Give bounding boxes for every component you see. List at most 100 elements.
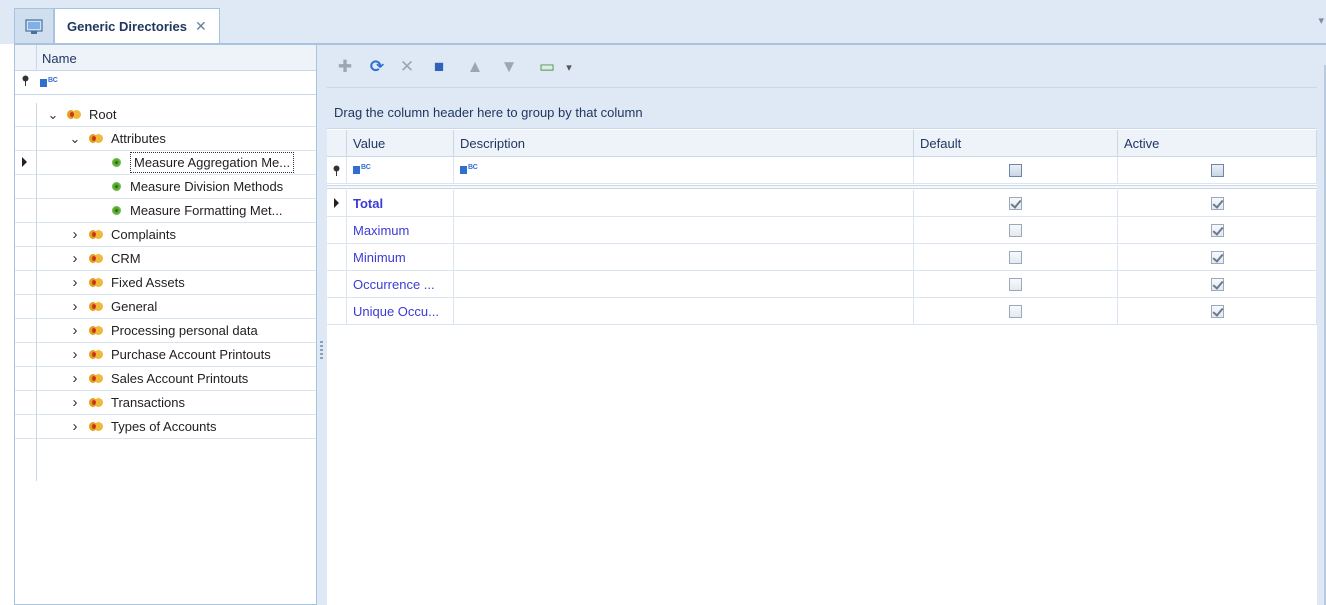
- active-checkbox[interactable]: [1210, 196, 1224, 210]
- expand-chevron-icon[interactable]: ›: [69, 419, 81, 434]
- tree-node[interactable]: › Complaints: [37, 223, 316, 247]
- grid-row[interactable]: Unique Occu...: [327, 298, 1317, 325]
- grid-toolbar: ✚ ⟳ ✕ ■ ▲ ▼ ▭ ▾: [327, 45, 1317, 88]
- move-up-icon[interactable]: ▲: [465, 57, 485, 77]
- tree-node-label: Root: [89, 107, 117, 122]
- tree-node[interactable]: Measure Division Methods: [37, 175, 316, 199]
- expand-chevron-icon[interactable]: ›: [69, 275, 81, 290]
- expand-chevron-icon[interactable]: ›: [69, 395, 81, 410]
- grid-row[interactable]: Total: [327, 190, 1317, 217]
- tree-row-indicator: [15, 247, 36, 271]
- close-tab-icon[interactable]: ✕: [195, 18, 207, 35]
- tree-node[interactable]: › Types of Accounts: [37, 415, 316, 439]
- default-checkbox[interactable]: [1009, 196, 1022, 210]
- description-cell[interactable]: [454, 271, 914, 298]
- value-cell[interactable]: Minimum: [347, 244, 454, 271]
- delete-icon[interactable]: ✕: [397, 57, 417, 77]
- refresh-icon[interactable]: ⟳: [367, 57, 387, 77]
- active-cell[interactable]: [1118, 217, 1317, 244]
- description-cell[interactable]: [454, 244, 914, 271]
- filter-row-indicator: [327, 157, 347, 184]
- expand-chevron-icon[interactable]: ›: [69, 371, 81, 386]
- column-header-value[interactable]: Value: [347, 130, 454, 157]
- save-icon[interactable]: ■: [429, 57, 449, 77]
- splitter-grip[interactable]: [320, 341, 323, 359]
- value-text: Maximum: [353, 222, 410, 238]
- active-checkbox[interactable]: [1210, 223, 1224, 237]
- expand-chevron-icon[interactable]: ›: [69, 323, 81, 338]
- default-cell[interactable]: [914, 190, 1118, 217]
- value-cell[interactable]: Maximum: [347, 217, 454, 244]
- default-checkbox[interactable]: [1009, 304, 1022, 318]
- collapse-chevron-icon[interactable]: ⌄: [47, 108, 59, 121]
- description-cell[interactable]: [454, 217, 914, 244]
- home-tab[interactable]: [14, 8, 54, 44]
- tree-node[interactable]: Measure Formatting Met...: [37, 199, 316, 223]
- default-checkbox[interactable]: [1009, 277, 1022, 291]
- monitor-icon: [25, 18, 43, 34]
- value-cell[interactable]: Unique Occu...: [347, 298, 454, 325]
- grid-row[interactable]: Occurrence ...: [327, 271, 1317, 298]
- description-cell[interactable]: [454, 298, 914, 325]
- tab-generic-directories[interactable]: Generic Directories ✕: [54, 8, 220, 44]
- tree-node[interactable]: › General: [37, 295, 316, 319]
- tree-node[interactable]: ⌄ Attributes: [37, 127, 316, 151]
- collapse-chevron-icon[interactable]: ⌄: [69, 132, 81, 145]
- expand-chevron-icon[interactable]: ›: [69, 227, 81, 242]
- vertical-scrollbar[interactable]: [1317, 45, 1326, 605]
- tree-node[interactable]: ⌄ Root: [37, 103, 316, 127]
- move-down-icon[interactable]: ▼: [499, 57, 519, 77]
- description-cell[interactable]: [454, 190, 914, 217]
- tree-node[interactable]: › Fixed Assets: [37, 271, 316, 295]
- value-cell[interactable]: Total: [347, 190, 454, 217]
- expand-chevron-icon[interactable]: ›: [69, 251, 81, 266]
- active-checkbox[interactable]: [1210, 304, 1224, 318]
- tab-overflow-icon[interactable]: ▾: [1318, 14, 1324, 27]
- tree-node[interactable]: › Purchase Account Printouts: [37, 343, 316, 367]
- tree-column-header-name[interactable]: Name: [42, 51, 77, 66]
- column-header-description[interactable]: Description: [454, 130, 914, 157]
- view-options-icon[interactable]: ▭: [537, 57, 557, 77]
- active-checkbox[interactable]: [1210, 250, 1224, 264]
- default-cell[interactable]: [914, 298, 1118, 325]
- tree-node-label: CRM: [111, 251, 141, 266]
- add-icon[interactable]: ✚: [335, 57, 355, 77]
- description-filter-cell[interactable]: BC: [454, 157, 914, 184]
- default-checkbox[interactable]: [1009, 250, 1022, 264]
- default-checkbox[interactable]: [1009, 223, 1022, 237]
- active-cell[interactable]: [1118, 244, 1317, 271]
- tree-node[interactable]: › Sales Account Printouts: [37, 367, 316, 391]
- column-header-default[interactable]: Default: [914, 130, 1118, 157]
- expand-chevron-icon[interactable]: ›: [69, 347, 81, 362]
- value-cell[interactable]: Occurrence ...: [347, 271, 454, 298]
- default-cell[interactable]: [914, 244, 1118, 271]
- tree-node[interactable]: › Transactions: [37, 391, 316, 415]
- view-options-dropdown-icon[interactable]: ▾: [559, 57, 579, 77]
- default-cell[interactable]: [914, 271, 1118, 298]
- tree-node[interactable]: › CRM: [37, 247, 316, 271]
- active-cell[interactable]: [1118, 190, 1317, 217]
- active-cell[interactable]: [1118, 298, 1317, 325]
- folder-icon: [89, 373, 104, 384]
- value-filter-cell[interactable]: BC: [347, 157, 454, 184]
- text-filter-icon: BC: [40, 77, 58, 88]
- group-by-panel[interactable]: Drag the column header here to group by …: [327, 88, 1317, 129]
- active-checkbox[interactable]: [1210, 277, 1224, 291]
- tree-filter-row[interactable]: BC: [15, 71, 316, 95]
- grid-row[interactable]: Minimum: [327, 244, 1317, 271]
- active-filter-checkbox[interactable]: [1210, 163, 1224, 177]
- pane-splitter[interactable]: [317, 45, 327, 605]
- column-header-active[interactable]: Active: [1118, 130, 1317, 157]
- tree-node[interactable]: Measure Aggregation Me...: [37, 151, 316, 175]
- default-cell[interactable]: [914, 217, 1118, 244]
- active-filter-cell[interactable]: [1118, 157, 1317, 184]
- expand-chevron-icon[interactable]: ›: [69, 299, 81, 314]
- tree-node[interactable]: › Processing personal data: [37, 319, 316, 343]
- active-cell[interactable]: [1118, 271, 1317, 298]
- tree-row-indicator: [15, 151, 36, 175]
- default-filter-cell[interactable]: [914, 157, 1118, 184]
- grid-row[interactable]: Maximum: [327, 217, 1317, 244]
- folder-icon: [89, 349, 104, 360]
- default-filter-checkbox[interactable]: [1009, 163, 1022, 177]
- tree-node-label: Measure Division Methods: [130, 179, 284, 194]
